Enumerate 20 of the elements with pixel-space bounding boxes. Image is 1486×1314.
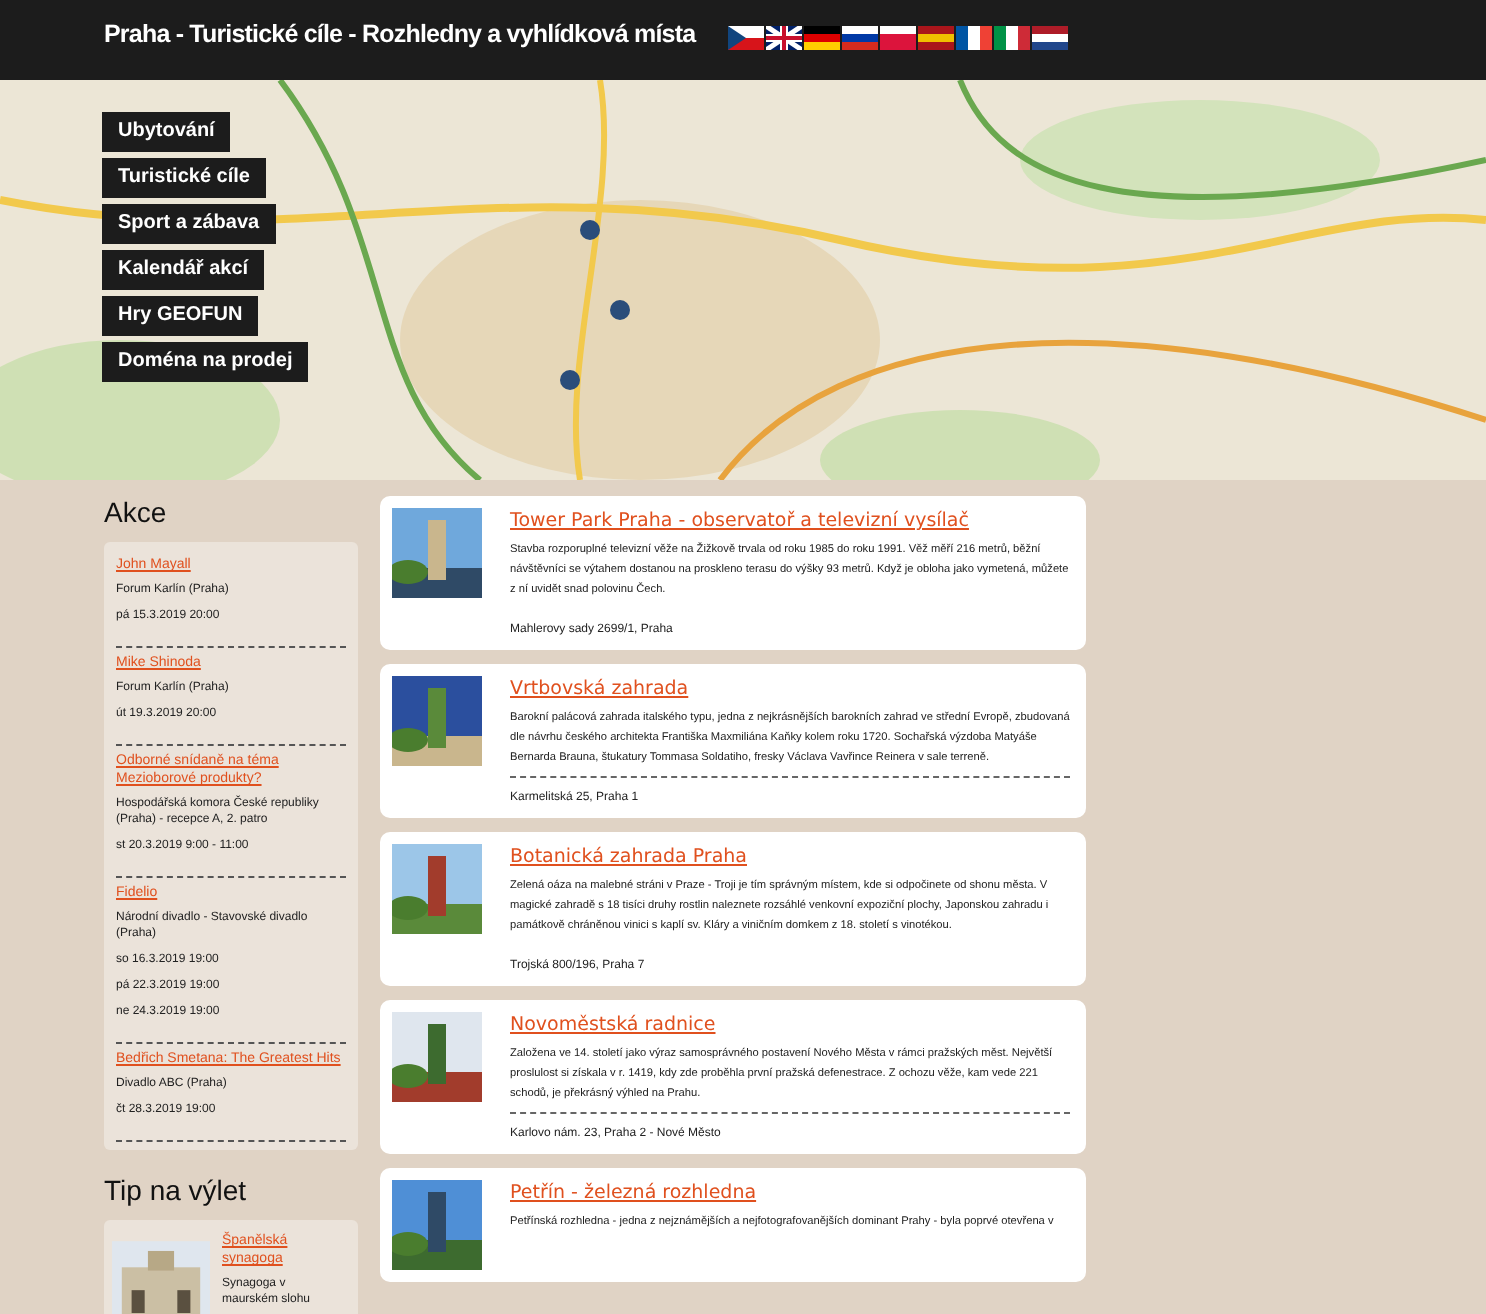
section-heading: Akce [104, 496, 169, 528]
menu-item[interactable]: Hry GEOFUN [102, 296, 259, 336]
place-link[interactable]: Novoměstská radnice [510, 1014, 1070, 1036]
place-link[interactable]: Botanická zahrada Praha [510, 846, 1070, 868]
place-link[interactable]: Vrtbovská zahrada [510, 678, 1070, 700]
flag-icon[interactable] [956, 26, 992, 50]
section-heading: Tip na výlet [104, 1174, 249, 1206]
menu-item[interactable]: Ubytování [102, 112, 231, 152]
flag-icon[interactable] [1032, 26, 1068, 50]
menu-item[interactable]: Sport a zábava [102, 204, 276, 244]
site-title: Praha - Turistické cíle - Rozhledny a vyhlídková místa [104, 20, 699, 48]
menu-item[interactable]: Kalendář akcí [102, 250, 265, 290]
menu-item[interactable]: Doména na prodej [102, 342, 309, 382]
flag-icon[interactable] [842, 26, 878, 50]
flag-icon[interactable] [804, 26, 840, 50]
flag-icon[interactable] [728, 26, 764, 50]
menu-item[interactable]: Turistické cíle [102, 158, 266, 198]
place-link[interactable]: Petřín - železná rozhledna [510, 1182, 1070, 1204]
flag-icon[interactable] [766, 26, 802, 50]
place-link[interactable]: Tower Park Praha - observatoř a televizní vysílač [510, 510, 1070, 532]
